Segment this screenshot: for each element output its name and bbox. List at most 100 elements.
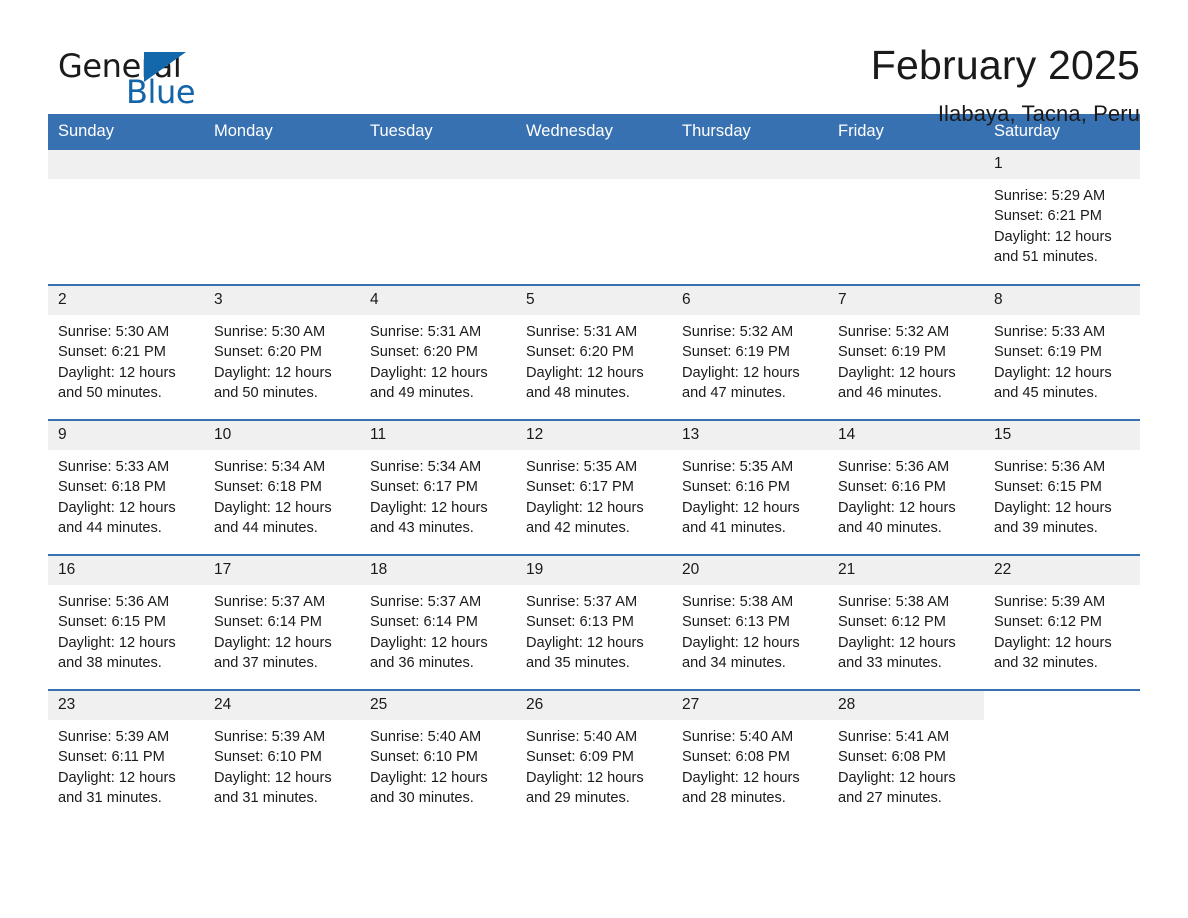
calendar-week-row: 2 Sunrise: 5:30 AM Sunset: 6:21 PM Daylight… (48, 284, 1140, 420)
sunset-text: Sunset: 6:19 PM (838, 344, 946, 361)
sunset-text: Sunset: 6:20 PM (526, 344, 634, 361)
weekday-header-wednesday: Wednesday (516, 114, 672, 150)
sunrise-text: Sunrise: 5:39 AM (994, 594, 1106, 610)
calendar-day-cell[interactable]: 9 Sunrise: 5:33 AM Sunset: 6:18 PM Daylight… (48, 419, 204, 555)
calendar-day-cell[interactable]: 15 Sunrise: 5:36 AM Sunset: 6:15 PM Dayligh… (984, 419, 1140, 555)
daylight-text-cont: and 42 minutes. (526, 519, 630, 536)
daylight-text-cont: and 40 minutes. (838, 519, 942, 536)
calendar-day-cell[interactable]: 2 Sunrise: 5:30 AM Sunset: 6:21 PM Daylight… (48, 284, 204, 420)
daylight-text-cont: and 39 minutes. (994, 519, 1098, 536)
day-number (204, 150, 360, 179)
calendar-day-cell[interactable]: 6 Sunrise: 5:32 AM Sunset: 6:19 PM Daylight… (672, 284, 828, 420)
calendar-day-cell[interactable]: 1 Sunrise: 5:29 AM Sunset: 6:21 PM Daylight… (984, 150, 1140, 285)
calendar-day-cell[interactable]: 19 Sunrise: 5:37 AM Sunset: 6:13 PM Dayligh… (516, 554, 672, 690)
calendar-day-cell[interactable]: 12 Sunrise: 5:35 AM Sunset: 6:17 PM Dayligh… (516, 419, 672, 555)
calendar-day-cell[interactable]: 14 Sunrise: 5:36 AM Sunset: 6:16 PM Dayligh… (828, 419, 984, 555)
calendar-day-cell[interactable]: 11 Sunrise: 5:34 AM Sunset: 6:17 PM Dayligh… (360, 419, 516, 555)
sunrise-text: Sunrise: 5:33 AM (58, 459, 170, 475)
daylight-text: Daylight: 12 hours (370, 769, 488, 786)
calendar-week-row: 1 Sunrise: 5:29 AM Sunset: 6:21 PM Daylight… (48, 150, 1140, 285)
calendar-day-cell[interactable]: 4 Sunrise: 5:31 AM Sunset: 6:20 PM Daylight… (360, 284, 516, 420)
daylight-text: Daylight: 12 hours (58, 499, 176, 516)
daylight-text: Daylight: 12 hours (58, 364, 176, 381)
day-number: 17 (204, 556, 360, 585)
daylight-text-cont: and 43 minutes. (370, 519, 474, 536)
calendar-day-cell[interactable]: 28 Sunrise: 5:41 AM Sunset: 6:08 PM Dayligh… (828, 689, 984, 825)
sunrise-text: Sunrise: 5:40 AM (526, 729, 638, 745)
sun-times-block: Sunrise: 5:38 AM Sunset: 6:12 PM Daylight:… (828, 585, 984, 673)
calendar-week-row: 23 Sunrise: 5:39 AM Sunset: 6:11 PM Dayligh… (48, 689, 1140, 825)
daylight-text-cont: and 47 minutes. (682, 384, 786, 401)
day-number (828, 150, 984, 179)
sunset-text: Sunset: 6:18 PM (214, 479, 322, 496)
calendar-day-cell[interactable]: 27 Sunrise: 5:40 AM Sunset: 6:08 PM Dayligh… (672, 689, 828, 825)
day-number: 2 (48, 286, 204, 315)
sun-times-block: Sunrise: 5:40 AM Sunset: 6:08 PM Daylight:… (672, 720, 828, 808)
daylight-text: Daylight: 12 hours (682, 364, 800, 381)
calendar-day-cell[interactable]: 26 Sunrise: 5:40 AM Sunset: 6:09 PM Dayligh… (516, 689, 672, 825)
day-number: 4 (360, 286, 516, 315)
calendar-day-cell[interactable]: 3 Sunrise: 5:30 AM Sunset: 6:20 PM Daylight… (204, 284, 360, 420)
sunset-text: Sunset: 6:21 PM (994, 208, 1102, 225)
calendar-day-cell (204, 150, 360, 285)
calendar-day-cell[interactable]: 25 Sunrise: 5:40 AM Sunset: 6:10 PM Dayligh… (360, 689, 516, 825)
sunset-text: Sunset: 6:14 PM (214, 614, 322, 631)
page-title: February 2025 (870, 42, 1140, 88)
daylight-text-cont: and 37 minutes. (214, 654, 318, 671)
sun-times-block: Sunrise: 5:39 AM Sunset: 6:10 PM Daylight:… (204, 720, 360, 808)
sunset-text: Sunset: 6:17 PM (526, 479, 634, 496)
day-number: 8 (984, 286, 1140, 315)
day-number: 1 (984, 150, 1140, 179)
page-header: General Blue February 2025 Ilabaya, Tacn… (48, 0, 1140, 126)
daylight-text-cont: and 38 minutes. (58, 654, 162, 671)
sun-times-block: Sunrise: 5:40 AM Sunset: 6:10 PM Daylight:… (360, 720, 516, 808)
calendar-day-cell[interactable]: 24 Sunrise: 5:39 AM Sunset: 6:10 PM Dayligh… (204, 689, 360, 825)
sunset-text: Sunset: 6:18 PM (58, 479, 166, 496)
sun-times-block: Sunrise: 5:35 AM Sunset: 6:16 PM Daylight:… (672, 450, 828, 538)
sun-times-block: Sunrise: 5:33 AM Sunset: 6:19 PM Daylight:… (984, 315, 1140, 403)
calendar-day-cell[interactable]: 21 Sunrise: 5:38 AM Sunset: 6:12 PM Dayligh… (828, 554, 984, 690)
calendar-day-cell[interactable]: 20 Sunrise: 5:38 AM Sunset: 6:13 PM Dayligh… (672, 554, 828, 690)
sunrise-text: Sunrise: 5:36 AM (838, 459, 950, 475)
calendar-day-cell[interactable]: 8 Sunrise: 5:33 AM Sunset: 6:19 PM Daylight… (984, 284, 1140, 420)
sun-times-block: Sunrise: 5:29 AM Sunset: 6:21 PM Daylight:… (984, 179, 1140, 267)
sunrise-text: Sunrise: 5:31 AM (526, 324, 638, 340)
day-number: 21 (828, 556, 984, 585)
daylight-text-cont: and 31 minutes. (58, 789, 162, 806)
calendar-day-cell[interactable]: 10 Sunrise: 5:34 AM Sunset: 6:18 PM Dayligh… (204, 419, 360, 555)
sunrise-text: Sunrise: 5:36 AM (994, 459, 1106, 475)
sun-times-block: Sunrise: 5:37 AM Sunset: 6:13 PM Daylight:… (516, 585, 672, 673)
calendar-day-cell[interactable]: 18 Sunrise: 5:37 AM Sunset: 6:14 PM Dayligh… (360, 554, 516, 690)
sun-times-block: Sunrise: 5:30 AM Sunset: 6:20 PM Daylight:… (204, 315, 360, 403)
calendar-day-cell[interactable]: 23 Sunrise: 5:39 AM Sunset: 6:11 PM Dayligh… (48, 689, 204, 825)
sunset-text: Sunset: 6:10 PM (214, 749, 322, 766)
sunset-text: Sunset: 6:21 PM (58, 344, 166, 361)
calendar-day-cell[interactable]: 13 Sunrise: 5:35 AM Sunset: 6:16 PM Dayligh… (672, 419, 828, 555)
day-number: 25 (360, 691, 516, 720)
day-number: 19 (516, 556, 672, 585)
calendar-day-cell[interactable]: 5 Sunrise: 5:31 AM Sunset: 6:20 PM Daylight… (516, 284, 672, 420)
calendar-day-cell[interactable]: 22 Sunrise: 5:39 AM Sunset: 6:12 PM Dayligh… (984, 554, 1140, 690)
calendar-day-cell (360, 150, 516, 285)
daylight-text: Daylight: 12 hours (214, 499, 332, 516)
sunrise-text: Sunrise: 5:38 AM (838, 594, 950, 610)
daylight-text: Daylight: 12 hours (838, 364, 956, 381)
calendar-day-cell[interactable]: 17 Sunrise: 5:37 AM Sunset: 6:14 PM Dayligh… (204, 554, 360, 690)
day-number: 24 (204, 691, 360, 720)
day-number: 20 (672, 556, 828, 585)
calendar-day-cell[interactable]: 16 Sunrise: 5:36 AM Sunset: 6:15 PM Dayligh… (48, 554, 204, 690)
day-number: 15 (984, 421, 1140, 450)
sunset-text: Sunset: 6:09 PM (526, 749, 634, 766)
daylight-text: Daylight: 12 hours (682, 499, 800, 516)
day-number (360, 150, 516, 179)
sunset-text: Sunset: 6:16 PM (838, 479, 946, 496)
brand-logo[interactable]: General Blue (48, 42, 198, 114)
sun-times-block: Sunrise: 5:39 AM Sunset: 6:11 PM Daylight:… (48, 720, 204, 808)
calendar-day-cell[interactable]: 7 Sunrise: 5:32 AM Sunset: 6:19 PM Daylight… (828, 284, 984, 420)
sun-times-block: Sunrise: 5:33 AM Sunset: 6:18 PM Daylight:… (48, 450, 204, 538)
sunrise-text: Sunrise: 5:40 AM (682, 729, 794, 745)
sunrise-text: Sunrise: 5:32 AM (682, 324, 794, 340)
daylight-text-cont: and 50 minutes. (58, 384, 162, 401)
sun-times-block: Sunrise: 5:32 AM Sunset: 6:19 PM Daylight:… (672, 315, 828, 403)
day-number (516, 150, 672, 179)
